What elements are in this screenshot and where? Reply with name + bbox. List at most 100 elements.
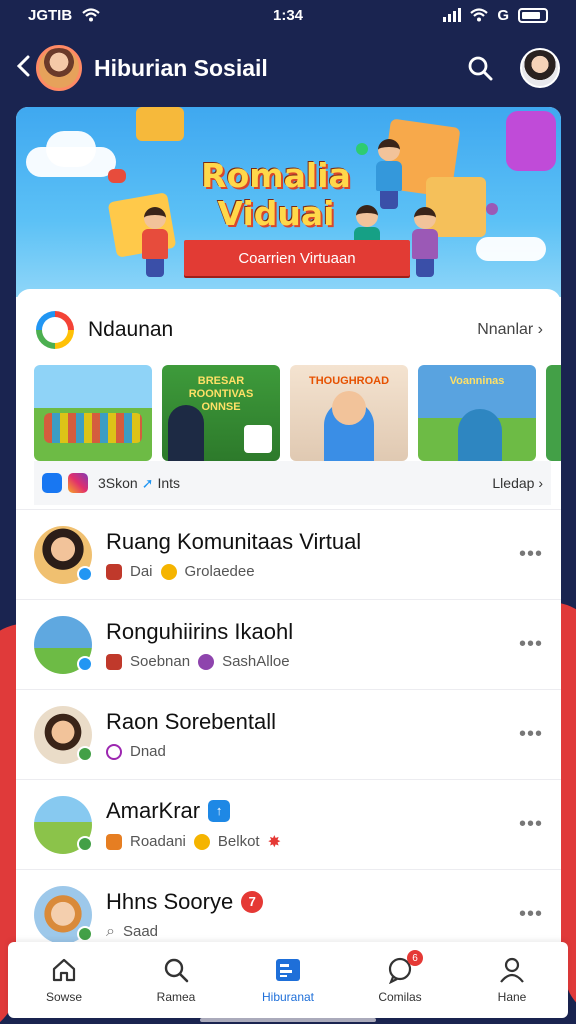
wifi-icon [82,8,100,22]
item-title: Ruang Komunitaas Virtual [106,529,362,554]
section-footer: 3Skon ➚ Ints Lledap › [34,461,551,505]
search-icon [164,958,189,983]
more-options-icon[interactable]: ••• [519,813,543,836]
footer-more-link[interactable]: Lledap › [492,475,543,491]
footer-label-2: Ints [157,475,181,491]
video-thumbnail[interactable] [34,365,152,461]
confetti [108,169,126,183]
nav-feed[interactable]: Hiburanat [243,956,333,1004]
character-illustration [412,207,438,277]
nav-profile[interactable]: Hane [467,956,557,1004]
feed-icon [276,959,300,981]
profile-avatar[interactable] [520,48,560,88]
nav-chat[interactable]: 6 Comilas [355,950,445,1004]
facebook-icon[interactable] [42,473,62,493]
network-label: G [497,6,509,24]
person-illustration [458,409,502,461]
item-title: Hhns Soorye 7 [106,889,519,915]
cloud-decoration [476,237,546,261]
item-meta: Dai Grolaedee [106,563,519,580]
page-title: Hiburian Sosiail [94,54,268,81]
tag-icon [106,563,122,580]
sparkle-icon: ✸ [267,833,281,851]
item-title: AmarKrar ↑ [106,798,519,824]
battery-icon [518,7,548,23]
cube-decoration [506,111,556,171]
video-carousel[interactable]: BRESAR ROONTIVAS ONNSE THOUGHROAD Voanni… [16,349,561,461]
back-button[interactable] [16,53,34,84]
logo-badge [244,425,272,453]
character-illustration [376,139,402,209]
nav-search[interactable]: Ramea [131,956,221,1004]
tag-icon [106,833,122,850]
tag-icon [106,653,122,670]
confetti [486,203,498,215]
shield-icon [106,743,122,760]
list-item[interactable]: AmarKrar ↑ Roadani Belkot ✸ ••• [16,779,561,869]
emoji-icon [160,563,177,580]
emoji-icon [193,833,210,850]
status-bar: JGTIB 1:34 G [0,0,576,30]
banner-ribbon: Coarrien Virtuaan [184,240,410,276]
verified-badge-icon [77,655,93,672]
status-badge-icon [77,745,93,762]
nav-home[interactable]: Sowse [19,956,109,1004]
carrier-label: JGTIB [28,6,73,24]
status-badge-icon [77,835,93,852]
see-more-link[interactable]: Nnanlar › [477,321,543,339]
video-thumbnail-partial[interactable] [546,365,561,461]
app-header: Hiburian Sosiail [0,40,576,96]
bottom-navigation: Sowse Ramea Hiburanat 6 Comilas Hane [8,942,568,1018]
main-card: Romalia Viduai Coarrien Virtuaan Ndaunan… [16,107,561,967]
crowd-illustration [44,413,142,443]
home-indicator[interactable] [200,1018,376,1022]
verified-badge-icon [77,565,93,582]
banner-title: Romalia Viduai [201,156,351,233]
more-options-icon[interactable]: ••• [519,633,543,656]
item-meta: Roadani Belkot ✸ [106,832,519,852]
avatar [34,795,93,854]
video-thumbnail[interactable]: Voanninas [418,365,536,461]
section-title: Ndaunan [88,318,174,341]
emoji-icon [198,653,215,670]
share-icon[interactable]: ➚ [142,475,154,492]
wifi-icon [470,8,489,22]
item-title: Ronguhiirins Ikaohl [106,619,294,644]
search-icon: ⌕ [106,922,115,940]
list-item[interactable]: Raon Sorebentall Dnad ••• [16,689,561,779]
more-options-icon[interactable]: ••• [519,543,543,566]
list-item[interactable]: Ruang Komunitaas Virtual Dai Grolaedee •… [16,509,561,599]
cube-decoration [136,107,184,141]
video-thumbnail[interactable]: BRESAR ROONTIVAS ONNSE [162,365,280,461]
instagram-icon[interactable] [68,473,88,493]
avatar [34,615,93,674]
confetti [356,143,368,155]
cloud-decoration [46,131,96,167]
video-thumbnail[interactable]: THOUGHROAD [290,365,408,461]
hero-banner[interactable]: Romalia Viduai Coarrien Virtuaan [16,107,561,297]
pin-badge-icon: ↑ [208,799,231,822]
notification-badge-icon: 7 [241,890,264,913]
community-list: Ruang Komunitaas Virtual Dai Grolaedee •… [16,509,561,959]
group-avatar[interactable] [36,45,82,91]
more-options-icon[interactable]: ••• [519,723,543,746]
character-illustration [142,207,168,277]
search-icon [468,56,493,81]
avatar [34,705,93,764]
chevron-left-icon [16,55,30,76]
item-meta: ⌕ Saad [106,922,159,941]
avatar [34,525,93,584]
search-button[interactable] [460,48,500,88]
notification-badge: 6 [407,950,423,966]
footer-label: 3Skon [98,475,138,491]
list-item[interactable]: Ronguhiirins Ikaohl Soebnan SashAlloe ••… [16,599,561,689]
featured-section: Ndaunan Nnanlar › BRESAR ROONTIVAS ONNSE… [16,289,561,509]
item-meta: Soebnan SashAlloe [106,653,519,670]
more-options-icon[interactable]: ••• [519,903,543,926]
app-logo-icon [36,311,74,349]
clock: 1:34 [272,6,304,24]
avatar [34,885,93,944]
section-header: Ndaunan Nnanlar › [16,289,561,349]
profile-icon [500,957,524,983]
status-badge-icon [77,925,93,942]
